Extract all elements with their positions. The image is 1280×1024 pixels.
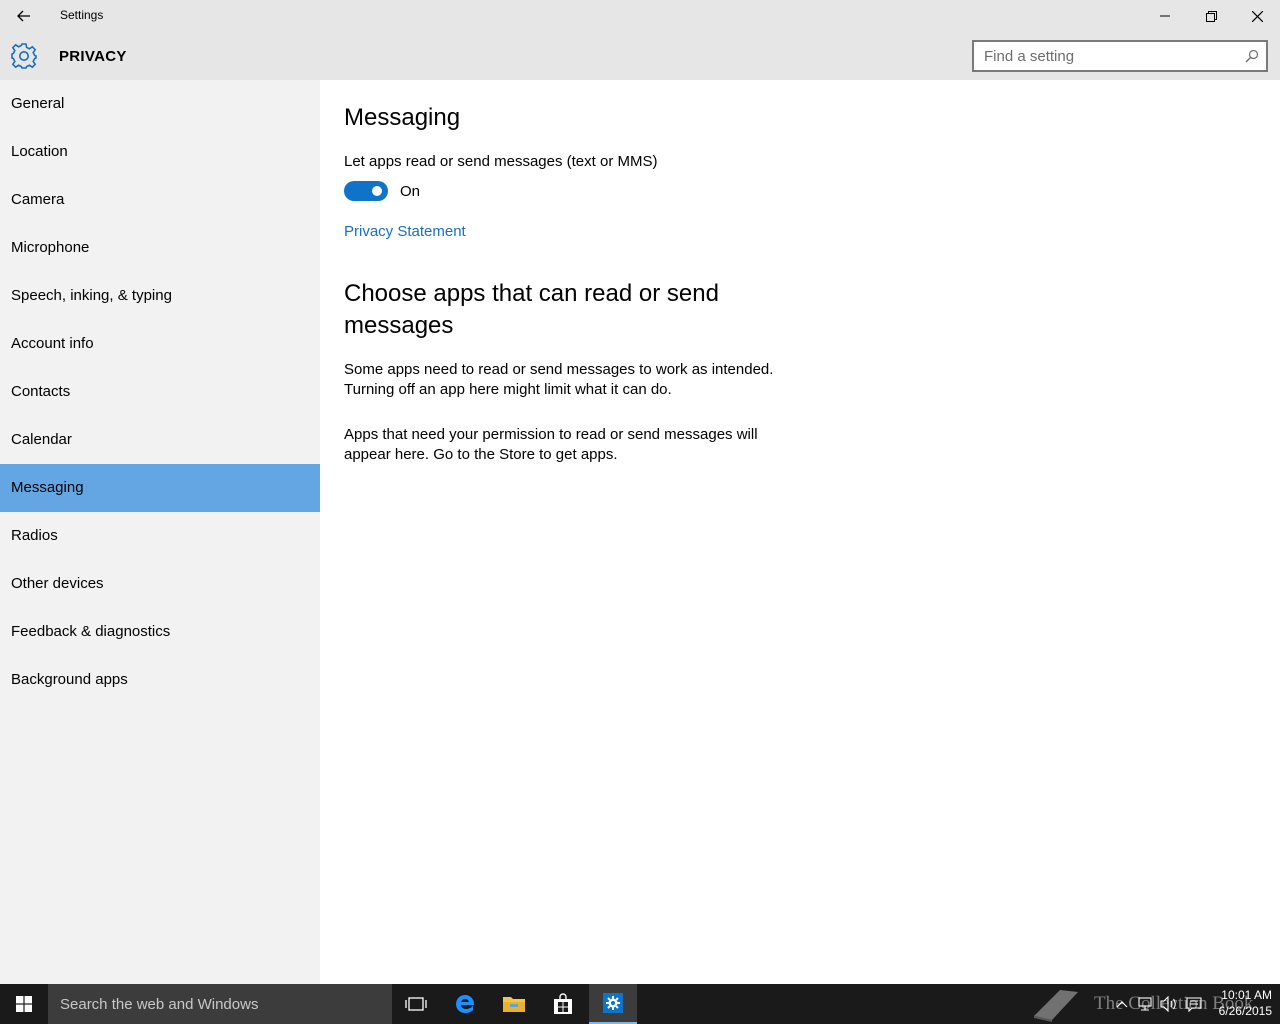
close-button[interactable] xyxy=(1234,0,1280,32)
sidebar-item-contacts[interactable]: Contacts xyxy=(0,368,320,416)
main-content: Messaging Let apps read or send messages… xyxy=(320,80,1280,984)
task-view-icon xyxy=(405,997,427,1011)
sidebar-item-microphone[interactable]: Microphone xyxy=(0,224,320,272)
find-setting-input[interactable] xyxy=(974,42,1238,70)
action-center-button[interactable] xyxy=(1182,984,1206,1024)
title-bar: Settings xyxy=(0,0,1280,32)
edge-button[interactable] xyxy=(441,984,489,1024)
book-watermark-icon xyxy=(1034,990,1078,1022)
store-icon xyxy=(554,993,572,1014)
minimize-button[interactable] xyxy=(1142,0,1188,32)
show-hidden-icons-button[interactable] xyxy=(1110,984,1134,1024)
minimize-icon xyxy=(1160,15,1170,17)
apps-permission-paragraph: Apps that need your permission to read o… xyxy=(344,426,758,463)
close-icon xyxy=(1251,10,1263,22)
sidebar-item-account-info[interactable]: Account info xyxy=(0,320,320,368)
settings-taskbar-button[interactable] xyxy=(589,984,637,1024)
file-explorer-icon xyxy=(503,997,525,1012)
settings-header: PRIVACY xyxy=(0,32,1280,80)
sidebar-item-messaging[interactable]: Messaging xyxy=(0,464,320,512)
find-setting-search[interactable] xyxy=(972,40,1268,72)
sidebar-item-camera[interactable]: Camera xyxy=(0,176,320,224)
windows-logo-icon xyxy=(16,996,32,1012)
back-arrow-icon xyxy=(17,10,30,22)
sidebar-item-background-apps[interactable]: Background apps xyxy=(0,656,320,704)
settings-gear-icon xyxy=(603,993,623,1013)
taskbar-clock[interactable]: 10:01 AM 6/26/2015 xyxy=(1206,987,1272,1021)
volume-button[interactable] xyxy=(1157,984,1181,1024)
sidebar-item-general[interactable]: General xyxy=(0,80,320,128)
restore-icon xyxy=(1205,10,1217,22)
privacy-statement-link[interactable]: Privacy Statement xyxy=(344,223,466,240)
taskbar: Search the web and Windows The Collectio… xyxy=(0,984,1280,1024)
sidebar-item-radios[interactable]: Radios xyxy=(0,512,320,560)
page-title: Messaging xyxy=(344,104,461,131)
action-center-icon xyxy=(1186,997,1202,1012)
messaging-setting-label: Let apps read or send messages (text or … xyxy=(344,153,658,170)
taskbar-search-box[interactable]: Search the web and Windows xyxy=(48,984,392,1024)
volume-icon xyxy=(1160,996,1176,1012)
apps-info-paragraph: Some apps need to read or send messages … xyxy=(344,361,774,398)
window-title: Settings xyxy=(60,8,104,22)
messaging-toggle[interactable] xyxy=(344,181,388,201)
toggle-state-label: On xyxy=(400,183,421,200)
search-icon[interactable] xyxy=(1238,42,1266,70)
clock-date: 6/26/2015 xyxy=(1218,1004,1272,1018)
toggle-knob xyxy=(372,186,382,196)
sidebar-item-other-devices[interactable]: Other devices xyxy=(0,560,320,608)
network-button[interactable] xyxy=(1133,984,1157,1024)
network-icon xyxy=(1138,997,1152,1011)
edge-icon xyxy=(456,995,475,1013)
back-button[interactable] xyxy=(0,0,48,32)
sidebar-item-feedback[interactable]: Feedback & diagnostics xyxy=(0,608,320,656)
section-title: PRIVACY xyxy=(59,48,127,65)
sidebar-item-calendar[interactable]: Calendar xyxy=(0,416,320,464)
file-explorer-button[interactable] xyxy=(490,984,538,1024)
store-button[interactable] xyxy=(539,984,587,1024)
start-button[interactable] xyxy=(0,984,48,1024)
chevron-up-icon xyxy=(1116,1001,1128,1008)
privacy-nav-sidebar: General Location Camera Microphone Speec… xyxy=(0,80,320,984)
gear-icon xyxy=(10,42,38,70)
sidebar-item-speech[interactable]: Speech, inking, & typing xyxy=(0,272,320,320)
task-view-button[interactable] xyxy=(392,984,440,1024)
clock-time: 10:01 AM xyxy=(1221,988,1272,1002)
sidebar-item-location[interactable]: Location xyxy=(0,128,320,176)
choose-apps-heading: Choose apps that can read or send messag… xyxy=(344,280,719,339)
restore-button[interactable] xyxy=(1188,0,1234,32)
